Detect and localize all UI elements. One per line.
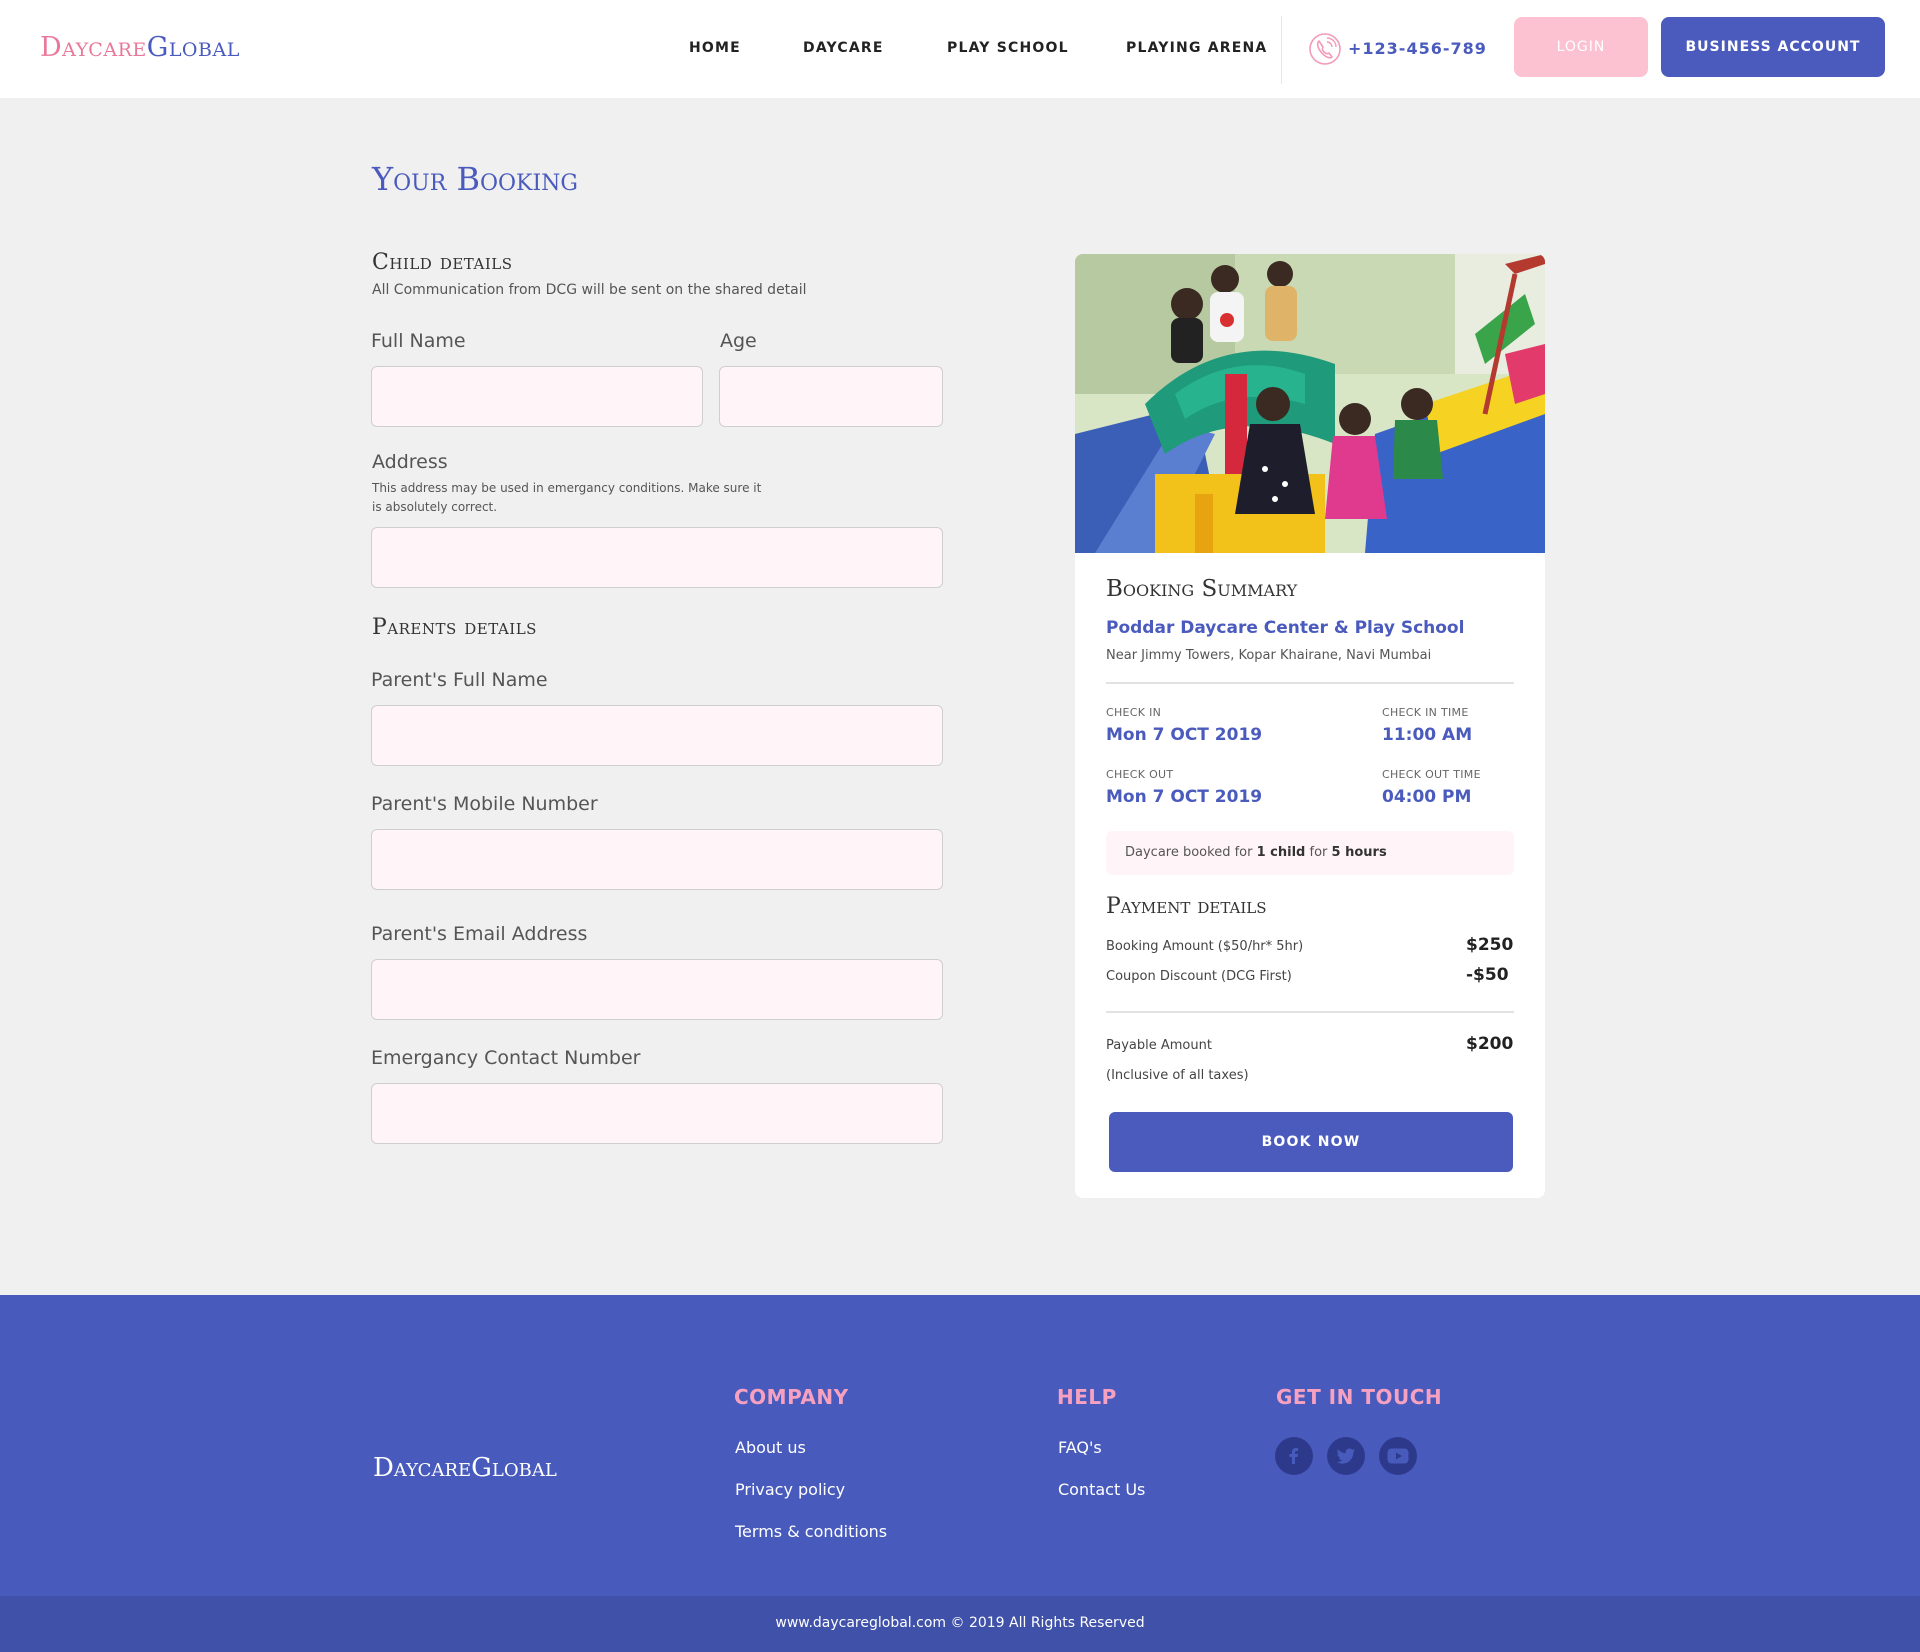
- full-name-input[interactable]: [371, 366, 703, 427]
- book-now-button[interactable]: BOOK NOW: [1109, 1112, 1513, 1172]
- nav-daycare[interactable]: DAYCARE: [803, 40, 884, 56]
- footer-help-title: HELP: [1057, 1385, 1117, 1409]
- daycare-center-name[interactable]: Poddar Daycare Center & Play School: [1106, 618, 1464, 638]
- nav-play-school[interactable]: PLAY SCHOOL: [947, 40, 1069, 56]
- check-in-date: Mon 7 OCT 2019: [1106, 725, 1263, 745]
- address-note: This address may be used in emergancy co…: [372, 481, 762, 514]
- child-details-title: Child details: [372, 250, 513, 275]
- booking-summary-card: Booking Summary Poddar Daycare Center & …: [1075, 254, 1545, 1198]
- booked-prefix: Daycare booked for: [1125, 845, 1253, 860]
- logo-part-global: Global: [146, 32, 240, 63]
- payable-amount-note: (Inclusive of all taxes): [1106, 1068, 1249, 1083]
- logo-part-daycare: Daycare: [40, 32, 147, 63]
- booking-summary-title: Booking Summary: [1106, 576, 1298, 602]
- daycare-center-address: Near Jimmy Towers, Kopar Khairane, Navi …: [1106, 648, 1432, 663]
- footer-get-in-touch-title: GET IN TOUCH: [1276, 1385, 1443, 1409]
- facebook-icon[interactable]: [1275, 1437, 1313, 1475]
- payable-amount-value: $200: [1466, 1034, 1514, 1054]
- booked-info-box: Daycare booked for 1 child for 5 hours: [1106, 831, 1514, 875]
- check-in-time: 11:00 AM: [1382, 725, 1473, 745]
- footer-company-title: COMPANY: [734, 1385, 849, 1409]
- parent-mobile-label: Parent's Mobile Number: [371, 793, 598, 815]
- emergency-contact-input[interactable]: [371, 1083, 943, 1144]
- footer-link-faq[interactable]: FAQ's: [1058, 1438, 1102, 1457]
- coupon-discount-value: -$50: [1466, 965, 1509, 985]
- address-input[interactable]: [371, 527, 943, 588]
- booking-amount-label: Booking Amount ($50/hr* 5hr): [1106, 939, 1304, 954]
- check-out-date: Mon 7 OCT 2019: [1106, 787, 1263, 807]
- phone-icon: [1309, 33, 1341, 65]
- business-account-button[interactable]: BUSINESS ACCOUNT: [1661, 17, 1885, 77]
- check-in-label: CHECK IN: [1106, 706, 1162, 719]
- daycare-photo: [1075, 254, 1545, 553]
- emergency-contact-label: Emergancy Contact Number: [371, 1047, 641, 1069]
- phone-number[interactable]: +123-456-789: [1348, 39, 1487, 58]
- youtube-icon[interactable]: [1379, 1437, 1417, 1475]
- parents-details-title: Parents details: [372, 615, 537, 640]
- footer: DaycareGlobal COMPANY About us Privacy p…: [0, 1295, 1920, 1596]
- check-out-time-label: CHECK OUT TIME: [1382, 768, 1481, 781]
- nav-playing-arena[interactable]: PLAYING ARENA: [1126, 40, 1267, 56]
- address-label: Address: [372, 451, 448, 473]
- summary-divider: [1106, 682, 1514, 684]
- copyright-bar: www.daycareglobal.com © 2019 All Rights …: [0, 1596, 1920, 1652]
- age-input[interactable]: [719, 366, 943, 427]
- age-label: Age: [720, 330, 757, 352]
- coupon-discount-label: Coupon Discount (DCG First): [1106, 969, 1292, 984]
- footer-link-about[interactable]: About us: [735, 1438, 806, 1457]
- nav-divider: [1281, 16, 1282, 84]
- footer-logo[interactable]: DaycareGlobal: [373, 1453, 557, 1483]
- check-in-time-label: CHECK IN TIME: [1382, 706, 1469, 719]
- check-out-label: CHECK OUT: [1106, 768, 1174, 781]
- parent-full-name-input[interactable]: [371, 705, 943, 766]
- full-name-label: Full Name: [371, 330, 466, 352]
- booked-mid: for: [1309, 845, 1328, 860]
- footer-link-terms[interactable]: Terms & conditions: [735, 1522, 887, 1541]
- parent-email-input[interactable]: [371, 959, 943, 1020]
- booked-hours: 5 hours: [1331, 845, 1387, 860]
- top-header: DaycareGlobal HOME DAYCARE PLAY SCHOOL P…: [0, 0, 1920, 98]
- copyright-text: www.daycareglobal.com © 2019 All Rights …: [775, 1615, 1145, 1631]
- booking-amount-value: $250: [1466, 935, 1514, 955]
- footer-link-privacy[interactable]: Privacy policy: [735, 1480, 845, 1499]
- parent-mobile-input[interactable]: [371, 829, 943, 890]
- page-title: Your Booking: [372, 160, 578, 198]
- child-details-note: All Communication from DCG will be sent …: [372, 282, 807, 298]
- payment-divider: [1106, 1011, 1514, 1013]
- parent-full-name-label: Parent's Full Name: [371, 669, 548, 691]
- booked-info-text: Daycare booked for 1 child for 5 hours: [1125, 845, 1387, 860]
- booked-children: 1 child: [1256, 845, 1306, 860]
- check-out-time: 04:00 PM: [1382, 787, 1472, 807]
- twitter-icon[interactable]: [1327, 1437, 1365, 1475]
- login-button[interactable]: LOGIN: [1514, 17, 1648, 77]
- footer-link-contact[interactable]: Contact Us: [1058, 1480, 1145, 1499]
- nav-home[interactable]: HOME: [689, 40, 741, 56]
- payable-amount-label: Payable Amount: [1106, 1038, 1212, 1053]
- logo[interactable]: DaycareGlobal: [40, 32, 240, 63]
- parent-email-label: Parent's Email Address: [371, 923, 588, 945]
- payment-details-title: Payment details: [1106, 894, 1267, 919]
